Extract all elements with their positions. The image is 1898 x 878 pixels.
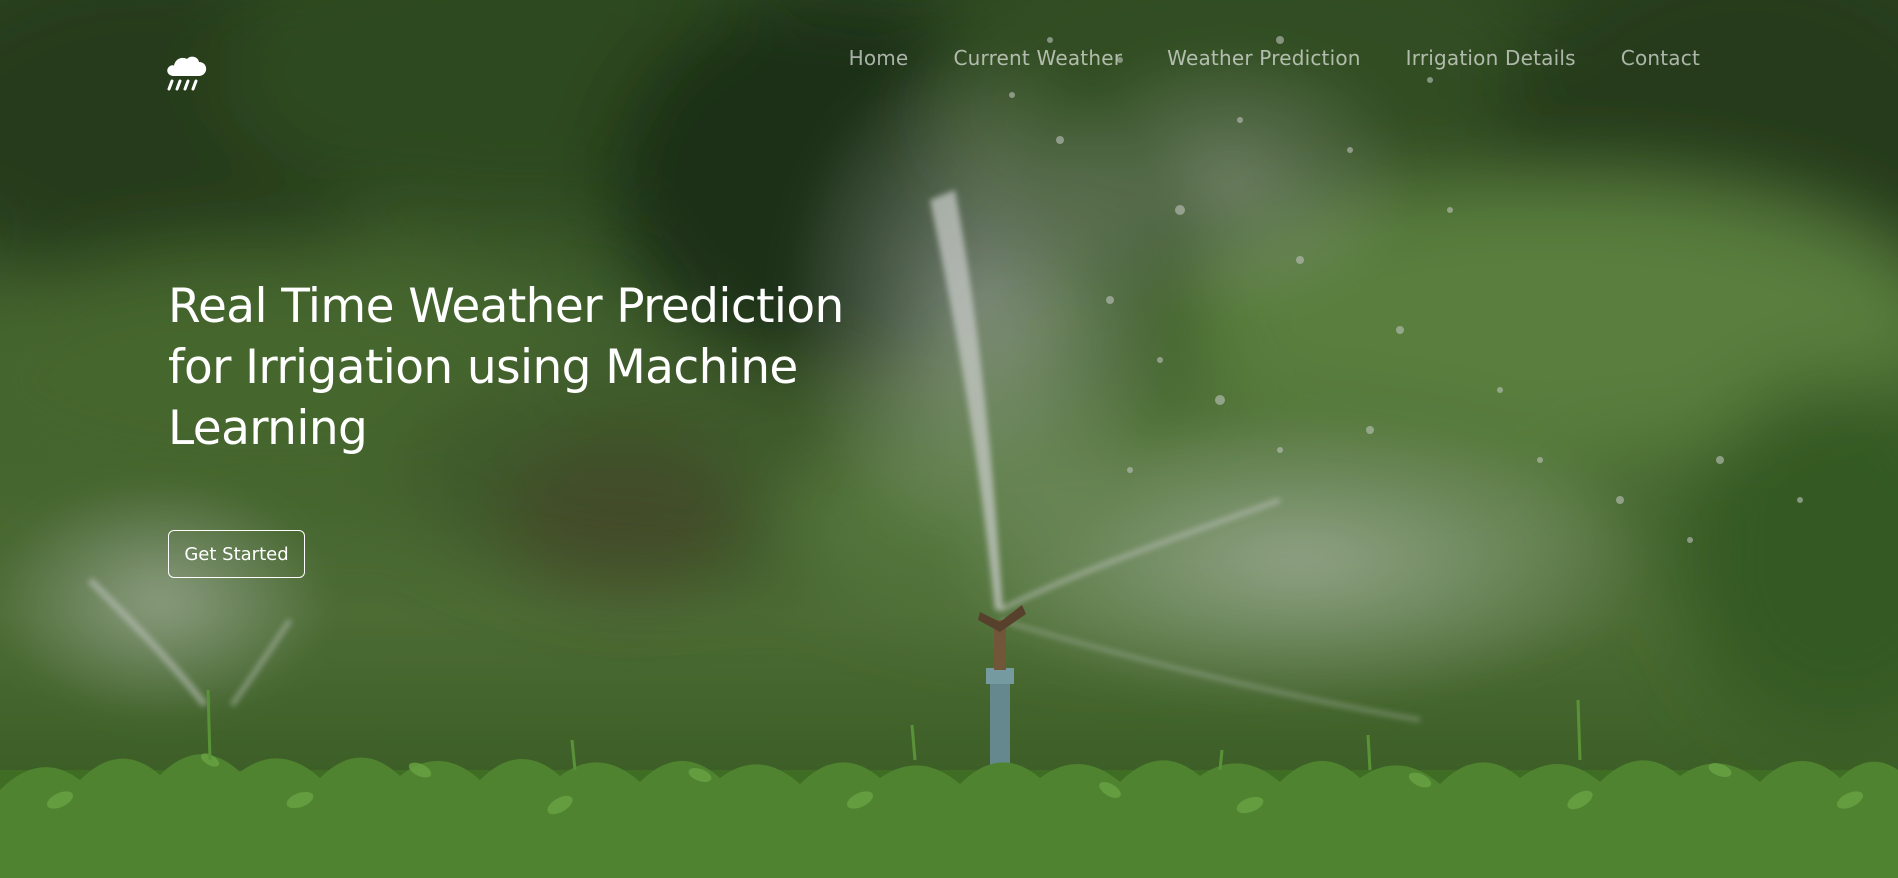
nav-links: Home Current Weather Weather Prediction … <box>849 44 1700 72</box>
get-started-button[interactable]: Get Started <box>168 530 305 578</box>
nav-link-irrigation-details[interactable]: Irrigation Details <box>1406 44 1576 72</box>
hero-title: Real Time Weather Prediction for Irrigat… <box>168 279 844 456</box>
nav-link-weather-prediction[interactable]: Weather Prediction <box>1167 44 1361 72</box>
top-navbar: Home Current Weather Weather Prediction … <box>0 0 1898 120</box>
nav-link-contact[interactable]: Contact <box>1621 44 1700 72</box>
nav-link-current-weather[interactable]: Current Weather <box>953 44 1122 72</box>
nav-link-home[interactable]: Home <box>849 44 909 72</box>
cloud-rain-icon[interactable] <box>162 48 210 96</box>
hero-section: Home Current Weather Weather Prediction … <box>0 0 1898 878</box>
